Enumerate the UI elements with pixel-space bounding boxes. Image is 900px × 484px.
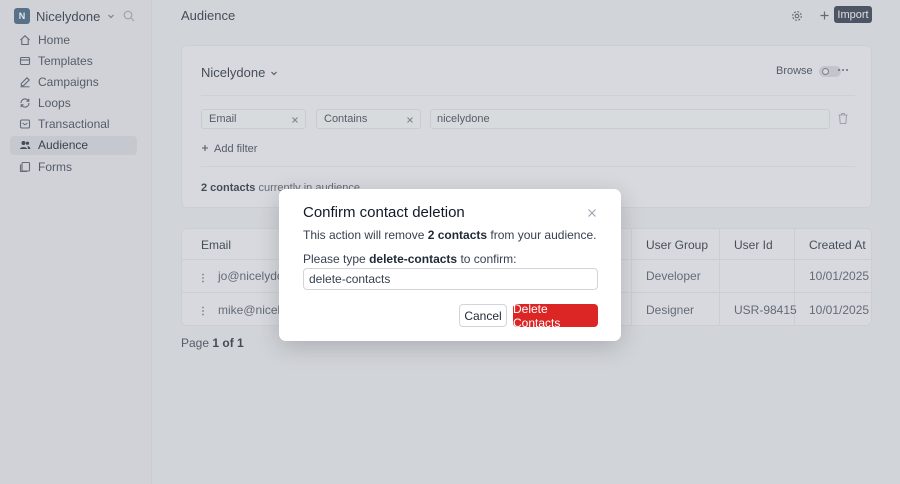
- desc-count: 2 contacts: [427, 228, 488, 242]
- desc-prefix: This action will remove: [303, 228, 425, 242]
- prompt-prefix: Please type: [303, 252, 366, 266]
- confirm-prompt: Please type delete-contacts to confirm:: [303, 252, 516, 266]
- confirm-delete-dialog: Confirm contact deletion This action wil…: [279, 189, 621, 341]
- desc-suffix: from your audience.: [490, 228, 597, 242]
- prompt-suffix: to confirm:: [460, 252, 517, 266]
- dialog-description: This action will remove 2 contacts from …: [303, 228, 596, 242]
- prompt-keyword: delete-contacts: [369, 252, 458, 266]
- dialog-title: Confirm contact deletion: [303, 204, 465, 221]
- close-icon[interactable]: [587, 206, 597, 217]
- confirm-text-input[interactable]: [303, 268, 598, 290]
- cancel-button[interactable]: Cancel: [459, 304, 507, 327]
- delete-contacts-button[interactable]: Delete Contacts: [513, 302, 598, 330]
